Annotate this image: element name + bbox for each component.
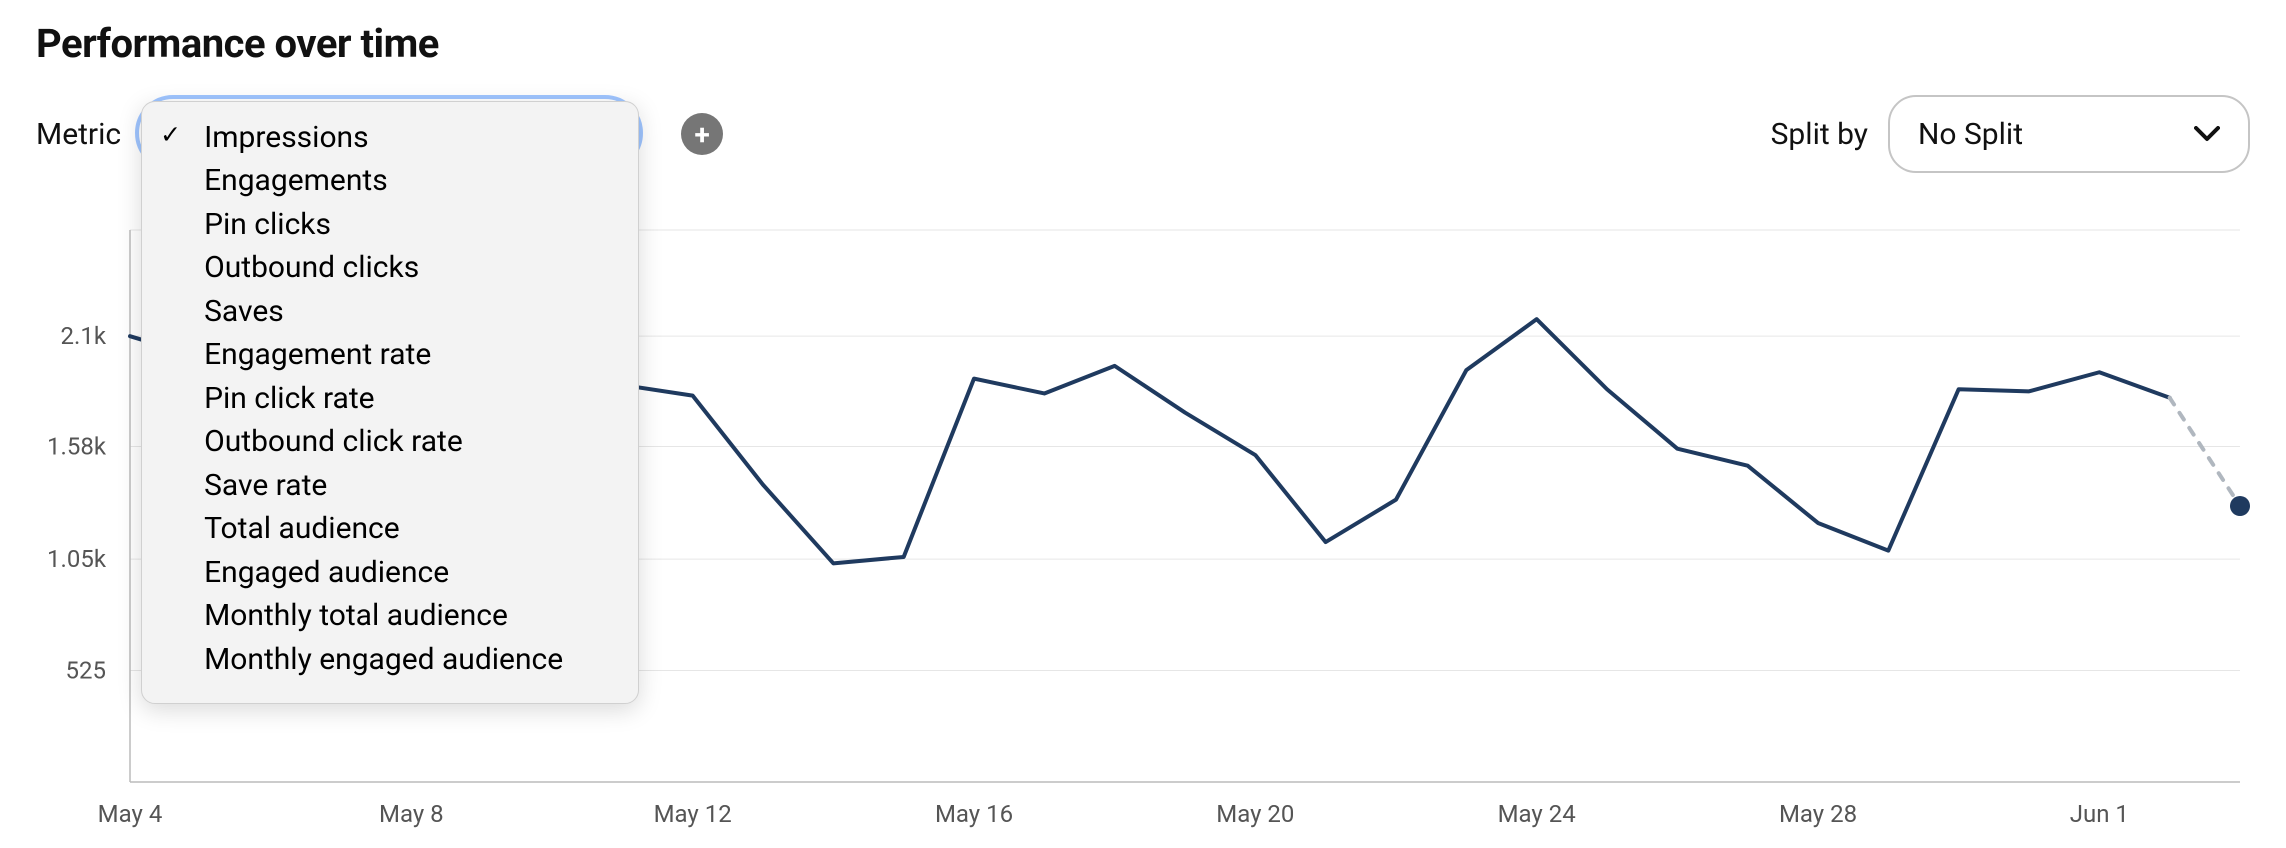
metric-option[interactable]: Monthly total audience [142,594,638,638]
plus-icon: + [694,118,709,151]
series-pending-line [2170,398,2240,506]
y-tick-label: 2.1k [61,322,107,350]
metric-option[interactable]: Pin clicks [142,203,638,247]
metric-option-label: Total audience [204,511,400,546]
metric-option[interactable]: Save rate [142,464,638,508]
x-tick-label: May 4 [98,800,163,828]
metric-option-label: Engagement rate [204,337,431,372]
split-by-select[interactable]: No Split [1888,95,2250,173]
x-tick-label: May 16 [935,800,1013,828]
metric-option-label: Engagements [204,163,388,198]
chevron-down-icon [2194,126,2220,142]
metric-option-label: Monthly engaged audience [204,642,563,677]
y-tick-label: 1.58k [47,433,107,461]
split-by-label: Split by [1771,117,1868,152]
metric-option-label: Impressions [204,120,369,155]
metric-option[interactable]: Saves [142,290,638,334]
metric-option-label: Engaged audience [204,555,449,590]
metric-option[interactable]: Engaged audience [142,551,638,595]
x-tick-label: May 12 [654,800,732,828]
x-tick-label: May 8 [379,800,444,828]
metric-option[interactable]: Total audience [142,507,638,551]
check-icon: ✓ [160,120,181,151]
add-metric-button[interactable]: + [681,113,723,155]
metric-option-label: Pin clicks [204,207,331,242]
metric-option-label: Save rate [204,468,327,503]
metric-label: Metric [36,117,121,152]
y-tick-label: 1.05k [47,545,107,573]
analytics-panel: Performance over time Metric ✓ Impression… [0,0,2286,848]
metric-option-label: Saves [204,294,284,329]
controls-row: Metric ✓ImpressionsEngagementsPin clicks… [36,95,2250,173]
metric-option-label: Outbound click rate [204,424,463,459]
page-title: Performance over time [36,20,2250,67]
metric-dropdown-panel: ✓ Impressions Engagements Pin clicks Outboun… [141,101,639,705]
metric-option-label: Outbound clicks [204,250,419,285]
metric-option[interactable]: Engagements [142,159,638,203]
y-tick-label: 525 [66,657,106,685]
metric-option[interactable]: Outbound click rate [142,420,638,464]
metric-option[interactable]: Monthly engaged audience [142,638,638,682]
split-by-value: No Split [1918,117,2023,152]
metric-option-label: Pin click rate [204,381,375,416]
metric-option[interactable]: ✓ Impressions [142,116,638,160]
metric-option[interactable]: Outbound clicks [142,246,638,290]
metric-option[interactable]: Pin click rate [142,377,638,421]
x-tick-label: Jun 1 [2070,800,2129,828]
metric-option[interactable]: Engagement rate [142,333,638,377]
metric-option-label: Monthly total audience [204,598,508,633]
metric-dropdown-anchor: ✓ImpressionsEngagementsPin clicksOutboun… [141,101,637,168]
x-tick-label: May 20 [1216,800,1294,828]
x-tick-label: May 24 [1498,800,1576,828]
series-end-point [2230,496,2250,516]
x-tick-label: May 28 [1779,800,1857,828]
